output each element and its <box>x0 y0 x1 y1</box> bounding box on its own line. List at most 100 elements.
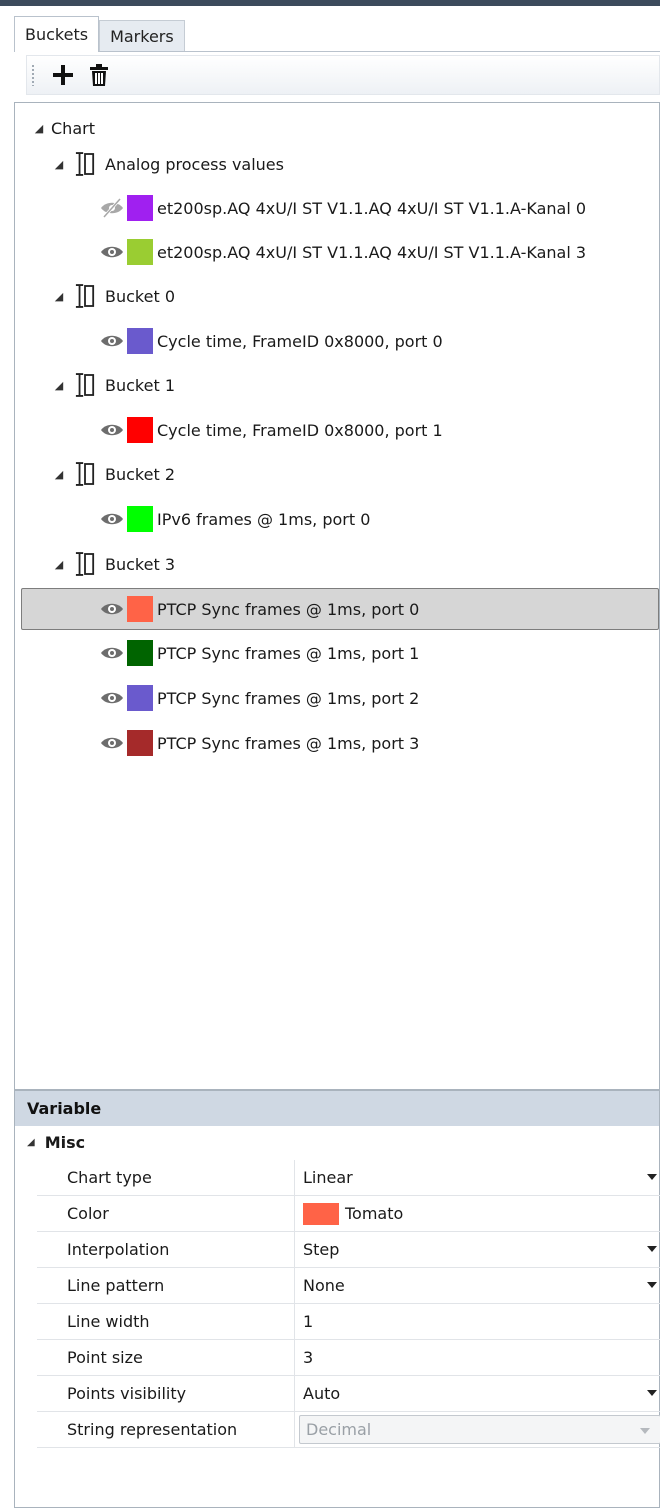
color-swatch <box>127 328 153 354</box>
bucket-icon <box>75 283 95 309</box>
expand-arrow-icon[interactable]: ◢ <box>53 158 65 171</box>
add-button[interactable] <box>45 57 81 93</box>
property-row-points-visibility[interactable]: Points visibility Auto <box>37 1376 660 1412</box>
eye-icon[interactable] <box>99 599 125 619</box>
dropdown-arrow-icon <box>640 1428 650 1434</box>
property-name: Interpolation <box>37 1232 295 1267</box>
property-name: Line pattern <box>37 1268 295 1303</box>
eye-icon[interactable] <box>99 509 125 529</box>
dropdown-arrow-icon[interactable] <box>647 1390 657 1396</box>
property-name: Line width <box>37 1304 295 1339</box>
color-swatch <box>303 1202 339 1225</box>
plus-icon <box>53 65 73 85</box>
color-swatch <box>127 506 153 532</box>
eye-icon[interactable] <box>99 242 125 262</box>
delete-button[interactable] <box>81 57 117 93</box>
group-label: Bucket 1 <box>105 375 175 395</box>
tree-variable-row[interactable]: PTCP Sync frames @ 1ms, port 3 <box>15 723 655 763</box>
expand-arrow-icon[interactable]: ◢ <box>33 122 45 135</box>
bucket-icon <box>75 551 95 577</box>
property-row-interpolation[interactable]: Interpolation Step <box>37 1232 660 1268</box>
property-row-point-size[interactable]: Point size 3 <box>37 1340 660 1376</box>
chart-type-select[interactable]: Linear <box>295 1160 660 1195</box>
property-value: Linear <box>303 1168 353 1187</box>
variable-label: et200sp.AQ 4xU/I ST V1.1.AQ 4xU/I ST V1.… <box>157 198 587 218</box>
expand-arrow-icon[interactable]: ◢ <box>53 558 65 571</box>
dropdown-arrow-icon[interactable] <box>647 1246 657 1252</box>
variable-label: IPv6 frames @ 1ms, port 0 <box>157 509 371 529</box>
color-picker[interactable]: Tomato <box>295 1196 660 1231</box>
variable-label: PTCP Sync frames @ 1ms, port 0 <box>157 599 420 619</box>
property-grid-title: Variable <box>15 1090 659 1126</box>
line-width-field[interactable]: 1 <box>295 1304 660 1339</box>
property-value: 3 <box>303 1348 314 1367</box>
variable-label: PTCP Sync frames @ 1ms, port 2 <box>157 688 420 708</box>
dropdown-arrow-icon[interactable] <box>647 1282 657 1288</box>
tree-variable-row[interactable]: PTCP Sync frames @ 1ms, port 2 <box>15 678 655 718</box>
tree-variable-row[interactable]: Cycle time, FrameID 0x8000, port 0 <box>15 321 655 361</box>
interpolation-select[interactable]: Step <box>295 1232 660 1267</box>
tree-variable-row[interactable]: PTCP Sync frames @ 1ms, port 1 <box>15 633 655 673</box>
category-misc[interactable]: ◢ Misc <box>15 1126 659 1158</box>
toolbar <box>26 55 660 95</box>
expand-arrow-icon[interactable]: ◢ <box>53 468 65 481</box>
eye-icon[interactable] <box>99 331 125 351</box>
tree-root-chart[interactable]: ◢ Chart <box>15 108 655 148</box>
color-swatch <box>127 596 153 622</box>
tree-group-bucket-3[interactable]: ◢ Bucket 3 <box>15 544 655 584</box>
group-label: Bucket 3 <box>105 554 175 574</box>
collapse-arrow-icon[interactable]: ◢ <box>27 1137 35 1148</box>
tree-group-analog[interactable]: ◢ Analog process values <box>15 144 655 184</box>
line-pattern-select[interactable]: None <box>295 1268 660 1303</box>
tab-markers[interactable]: Markers <box>99 20 185 52</box>
color-swatch <box>127 685 153 711</box>
tree-group-bucket-1[interactable]: ◢ Bucket 1 <box>15 365 655 405</box>
property-name: Point size <box>37 1340 295 1375</box>
property-value: None <box>303 1276 345 1295</box>
tree-variable-row[interactable]: et200sp.AQ 4xU/I ST V1.1.AQ 4xU/I ST V1.… <box>15 232 655 272</box>
variable-label: PTCP Sync frames @ 1ms, port 3 <box>157 733 420 753</box>
expand-arrow-icon[interactable]: ◢ <box>53 379 65 392</box>
property-name: Points visibility <box>37 1376 295 1411</box>
property-value: Step <box>303 1240 340 1259</box>
bucket-tree: ◢ Chart ◢ Analog process values et200sp.… <box>14 102 660 1090</box>
variable-label: Cycle time, FrameID 0x8000, port 0 <box>157 331 443 351</box>
property-row-chart-type[interactable]: Chart type Linear <box>37 1160 660 1196</box>
color-swatch <box>127 417 153 443</box>
string-representation-select: Decimal <box>295 1412 660 1447</box>
category-label: Misc <box>44 1132 86 1152</box>
property-row-string-representation: String representation Decimal <box>37 1412 660 1448</box>
eye-icon[interactable] <box>99 688 125 708</box>
eye-icon[interactable] <box>99 420 125 440</box>
point-size-field[interactable]: 3 <box>295 1340 660 1375</box>
property-value: Tomato <box>345 1204 404 1223</box>
disabled-combobox: Decimal <box>299 1415 660 1444</box>
group-label: Bucket 0 <box>105 286 175 306</box>
tab-buckets[interactable]: Buckets <box>14 16 100 52</box>
tree-variable-row[interactable]: Cycle time, FrameID 0x8000, port 1 <box>15 410 655 450</box>
property-row-line-width[interactable]: Line width 1 <box>37 1304 660 1340</box>
tree-group-bucket-2[interactable]: ◢ Bucket 2 <box>15 454 655 494</box>
eye-hidden-icon[interactable] <box>99 198 125 218</box>
property-row-color[interactable]: Color Tomato <box>37 1196 660 1232</box>
expand-arrow-icon[interactable]: ◢ <box>53 290 65 303</box>
property-rows: Chart type Linear Color Tomato Interpola… <box>37 1160 660 1448</box>
variable-label: et200sp.AQ 4xU/I ST V1.1.AQ 4xU/I ST V1.… <box>157 242 587 262</box>
color-swatch <box>127 640 153 666</box>
points-visibility-select[interactable]: Auto <box>295 1376 660 1411</box>
group-label: Bucket 2 <box>105 464 175 484</box>
dropdown-arrow-icon[interactable] <box>647 1174 657 1180</box>
bucket-icon <box>75 461 95 487</box>
property-name: Chart type <box>37 1160 295 1195</box>
tab-divider <box>14 51 660 52</box>
eye-icon[interactable] <box>99 733 125 753</box>
tree-variable-row-selected[interactable]: PTCP Sync frames @ 1ms, port 0 <box>21 588 659 630</box>
toolbar-grip[interactable] <box>31 64 35 86</box>
tree-variable-row[interactable]: IPv6 frames @ 1ms, port 0 <box>15 499 655 539</box>
tree-group-bucket-0[interactable]: ◢ Bucket 0 <box>15 276 655 316</box>
bucket-icon <box>75 372 95 398</box>
property-row-line-pattern[interactable]: Line pattern None <box>37 1268 660 1304</box>
tree-variable-row[interactable]: et200sp.AQ 4xU/I ST V1.1.AQ 4xU/I ST V1.… <box>15 188 655 228</box>
color-swatch <box>127 239 153 265</box>
eye-icon[interactable] <box>99 643 125 663</box>
